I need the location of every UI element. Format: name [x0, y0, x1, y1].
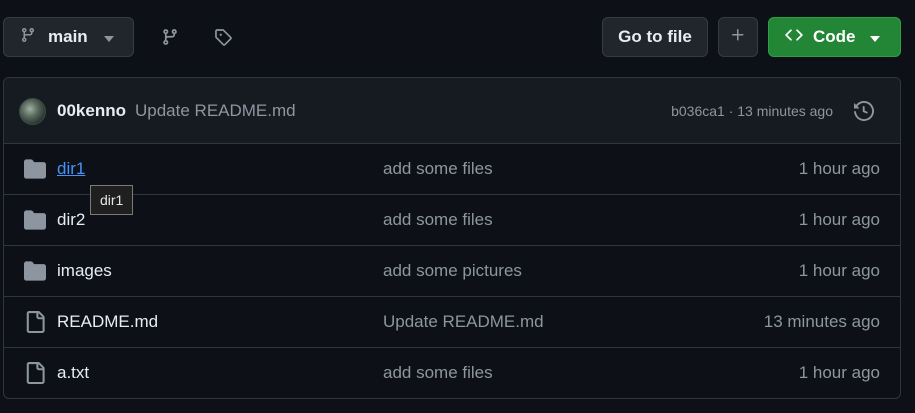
commit-meta: b036ca1 · 13 minutes ago — [671, 103, 833, 119]
meta-separator: · — [728, 103, 734, 119]
repo-toolbar: main Go to file Code — [0, 0, 915, 76]
file-commit-message[interactable]: add some files — [383, 363, 493, 383]
code-button[interactable]: Code — [768, 17, 901, 57]
table-row[interactable]: a.txt add some files 1 hour ago — [4, 348, 900, 399]
folder-icon — [24, 158, 46, 180]
code-label: Code — [813, 27, 856, 46]
commit-message[interactable]: Update README.md — [135, 101, 296, 121]
branch-label: main — [48, 27, 88, 46]
commit-time: 13 minutes ago — [737, 103, 833, 119]
file-commit-time: 13 minutes ago — [763, 312, 880, 331]
file-name-link[interactable]: dir1 — [57, 159, 85, 179]
branches-icon[interactable] — [155, 22, 185, 52]
file-commit-time: 1 hour ago — [798, 210, 880, 229]
file-name-link[interactable]: a.txt — [57, 363, 89, 383]
folder-icon — [24, 209, 46, 231]
branch-selector-button[interactable]: main — [3, 17, 134, 57]
table-row[interactable]: images add some pictures 1 hour ago — [4, 246, 900, 297]
tooltip: dir1 — [90, 185, 134, 215]
git-branch-icon — [20, 27, 36, 48]
file-name-link[interactable]: dir2 — [57, 210, 85, 230]
go-to-file-button[interactable]: Go to file — [602, 17, 708, 57]
file-commit-time: 1 hour ago — [798, 261, 880, 280]
file-icon — [24, 362, 46, 384]
file-name-link[interactable]: images — [57, 261, 112, 281]
avatar[interactable] — [19, 98, 46, 125]
file-name-link[interactable]: README.md — [57, 312, 158, 332]
file-browser: 00kenno Update README.md b036ca1 · 13 mi… — [3, 77, 901, 399]
folder-icon — [24, 260, 46, 282]
plus-icon — [730, 27, 746, 48]
file-commit-time: 1 hour ago — [798, 363, 880, 382]
table-row[interactable]: dir1 add some files 1 hour ago — [4, 144, 900, 195]
file-commit-time: 1 hour ago — [798, 159, 880, 178]
file-commit-message[interactable]: add some pictures — [383, 261, 522, 281]
latest-commit-bar: 00kenno Update README.md b036ca1 · 13 mi… — [4, 78, 900, 144]
commit-hash[interactable]: b036ca1 — [671, 103, 725, 119]
code-icon — [785, 26, 803, 49]
go-to-file-label: Go to file — [618, 27, 692, 46]
caret-down-icon — [869, 27, 880, 47]
table-row[interactable]: dir2 add some files 1 hour ago — [4, 195, 900, 246]
tag-icon[interactable] — [208, 22, 238, 52]
caret-down-icon — [103, 27, 114, 47]
history-icon[interactable] — [850, 97, 878, 125]
commit-author[interactable]: 00kenno — [57, 101, 126, 121]
file-commit-message[interactable]: add some files — [383, 159, 493, 179]
file-commit-message[interactable]: add some files — [383, 210, 493, 230]
table-row[interactable]: README.md Update README.md 13 minutes ag… — [4, 297, 900, 348]
add-file-button[interactable] — [718, 17, 758, 57]
file-icon — [24, 311, 46, 333]
file-commit-message[interactable]: Update README.md — [383, 312, 544, 332]
